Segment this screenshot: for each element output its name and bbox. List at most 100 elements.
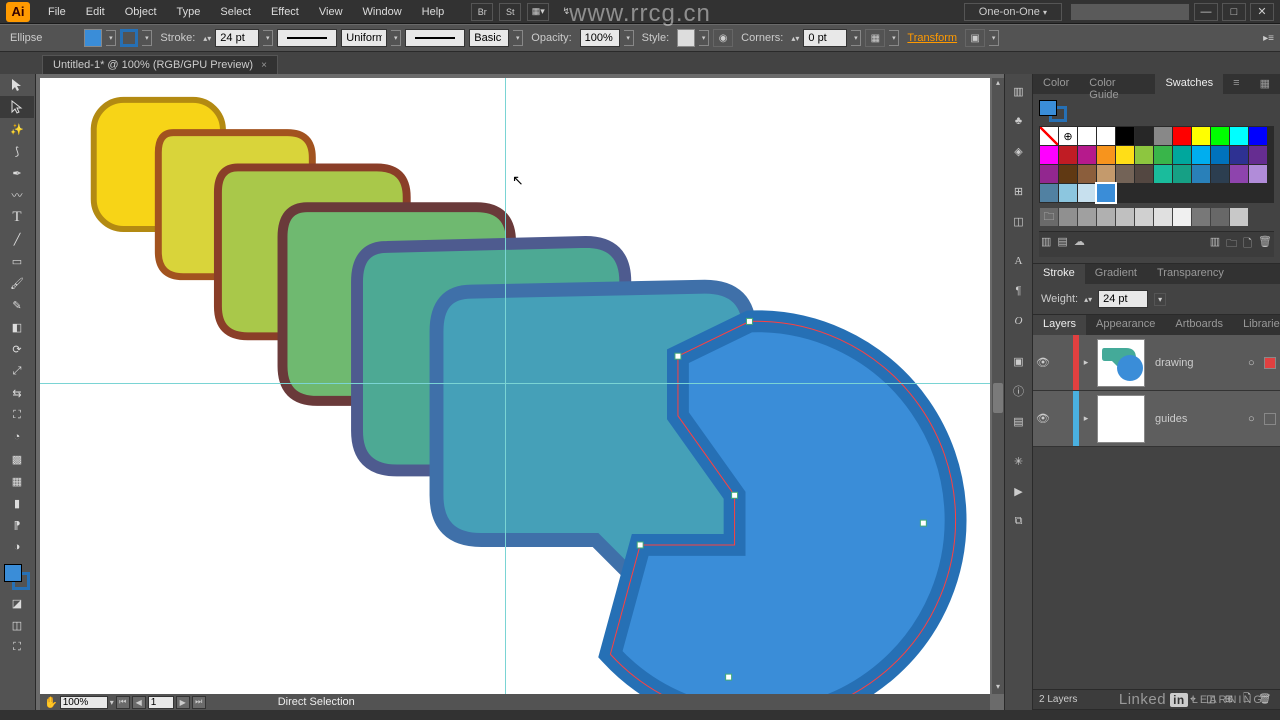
opacity-input[interactable]	[580, 29, 620, 47]
tab-swatches[interactable]: Swatches	[1155, 74, 1223, 94]
links-icon[interactable]: ⧉	[1006, 508, 1032, 534]
pathfinder-icon[interactable]: ◫	[1006, 208, 1032, 234]
swatch-cell[interactable]	[1154, 127, 1172, 145]
stroke-profile-name[interactable]	[341, 29, 387, 47]
stroke-weight-dd-icon[interactable]: ▾	[1154, 293, 1166, 306]
pencil-tool[interactable]: ✎	[0, 294, 34, 316]
swatch-cell[interactable]	[1173, 127, 1191, 145]
swatch-cell[interactable]	[1211, 146, 1229, 164]
swatch-cell[interactable]	[1154, 165, 1172, 183]
new-swatch-icon[interactable]: 🗋	[1243, 235, 1252, 254]
grid-view-icon[interactable]: ▦	[1250, 74, 1280, 94]
tab-color-guide[interactable]: Color Guide	[1079, 74, 1155, 94]
layer-name[interactable]: guides	[1149, 413, 1248, 425]
swatch-cell[interactable]	[1059, 146, 1077, 164]
layer-name[interactable]: drawing	[1149, 357, 1248, 369]
tab-layers[interactable]: Layers	[1033, 315, 1086, 335]
new-group-icon[interactable]: ▥	[1210, 235, 1220, 254]
mesh-tool[interactable]: ▦	[0, 470, 34, 492]
bridge-icon[interactable]: Br	[471, 3, 493, 21]
swatch-cell[interactable]	[1097, 208, 1115, 226]
swatch-cell[interactable]	[1135, 127, 1153, 145]
layer-row[interactable]: 👁▸guides○	[1033, 391, 1280, 447]
swatch-cell[interactable]	[1116, 127, 1134, 145]
swatch-cell[interactable]	[1211, 208, 1229, 226]
corners-input[interactable]	[803, 29, 847, 47]
swatch-cell[interactable]	[1059, 165, 1077, 183]
fill-swatch[interactable]	[84, 29, 102, 47]
tab-libraries[interactable]: Libraries	[1233, 315, 1280, 335]
new-folder-icon[interactable]: 🗀	[1226, 235, 1237, 254]
menu-edit[interactable]: Edit	[76, 3, 115, 21]
delete-swatch-icon[interactable]: 🗑	[1258, 235, 1272, 254]
workspace-switcher[interactable]: One-on-One ▾	[964, 3, 1062, 21]
swatch-cell[interactable]	[1154, 208, 1172, 226]
swatch-cell[interactable]	[1173, 146, 1191, 164]
vertical-scrollbar[interactable]: ▴ ▾	[992, 78, 1004, 694]
next-artboard[interactable]: ▶	[176, 696, 190, 709]
swatch-cell[interactable]	[1078, 146, 1096, 164]
libraries-icon[interactable]: ▥	[1006, 78, 1032, 104]
window-minimize[interactable]: —	[1194, 3, 1218, 21]
swatch-none[interactable]	[1040, 127, 1058, 145]
target-icon[interactable]: ○	[1248, 413, 1264, 425]
swatch-cell[interactable]	[1230, 208, 1248, 226]
type-tool[interactable]: T	[0, 206, 34, 228]
brush-preview[interactable]	[405, 29, 465, 47]
swatch-cell[interactable]	[1097, 146, 1115, 164]
tab-gradient[interactable]: Gradient	[1085, 264, 1147, 284]
swatch-cell[interactable]	[1249, 165, 1267, 183]
isolate-icon[interactable]: ▣	[965, 29, 985, 47]
swatch-cell[interactable]	[1249, 127, 1267, 145]
menu-window[interactable]: Window	[353, 3, 412, 21]
arrange-icon[interactable]: ▦▾	[527, 3, 549, 21]
symbols-icon[interactable]: ◈	[1006, 138, 1032, 164]
stroke-weight-input[interactable]	[215, 29, 259, 47]
swatch-libraries-icon[interactable]: ▥	[1041, 235, 1051, 254]
screen-mode[interactable]: ⛶	[0, 636, 34, 658]
menu-object[interactable]: Object	[115, 3, 167, 21]
rotate-tool[interactable]: ⟳	[0, 338, 34, 360]
paintbrush-tool[interactable]: 🖌	[0, 272, 34, 294]
tab-close-icon[interactable]: ×	[261, 60, 267, 71]
swatch-cell[interactable]	[1211, 165, 1229, 183]
actions-icon[interactable]: ▣	[1006, 348, 1032, 374]
swatch-cell[interactable]	[1078, 208, 1096, 226]
align-icon[interactable]: ▦	[865, 29, 885, 47]
info-icon[interactable]: ⓘ	[1006, 378, 1032, 404]
swatch-cell[interactable]	[1135, 165, 1153, 183]
tab-stroke[interactable]: Stroke	[1033, 264, 1085, 284]
swatch-cell[interactable]	[1173, 165, 1191, 183]
eraser-tool[interactable]: ◧	[0, 316, 34, 338]
curvature-tool[interactable]: 〰	[0, 184, 34, 206]
swatch-cell[interactable]	[1192, 146, 1210, 164]
menu-file[interactable]: File	[38, 3, 76, 21]
target-icon[interactable]: ○	[1248, 357, 1264, 369]
swatch-cell[interactable]	[1116, 208, 1134, 226]
swatch-cell[interactable]	[1078, 184, 1096, 202]
menu-type[interactable]: Type	[167, 3, 211, 21]
expand-icon[interactable]: ▸	[1079, 413, 1093, 424]
tab-transparency[interactable]: Transparency	[1147, 264, 1234, 284]
swatch-cell[interactable]	[1249, 146, 1267, 164]
style-swatch[interactable]	[677, 29, 695, 47]
blend-tool[interactable]: ◑	[0, 536, 34, 558]
swatch-cell[interactable]	[1173, 208, 1191, 226]
align-panel-icon[interactable]: ⊞	[1006, 178, 1032, 204]
window-maximize[interactable]: □	[1222, 3, 1246, 21]
layer-row[interactable]: 👁▸drawing○	[1033, 335, 1280, 391]
swatch-registration[interactable]: ⊕	[1059, 127, 1077, 145]
tab-appearance[interactable]: Appearance	[1086, 315, 1165, 335]
last-artboard[interactable]: ⏭	[192, 696, 206, 709]
swatch-cell[interactable]	[1230, 165, 1248, 183]
expand-icon[interactable]: ▸	[1079, 357, 1093, 368]
asset-icon[interactable]: ▤	[1006, 408, 1032, 434]
list-view-icon[interactable]: ≡	[1223, 74, 1249, 94]
eyedropper-tool[interactable]: ⁋	[0, 514, 34, 536]
swatch-cell[interactable]	[1154, 146, 1172, 164]
opentype-icon[interactable]: O	[1006, 308, 1032, 334]
magic-icon[interactable]: ✳	[1006, 448, 1032, 474]
color-mode[interactable]: ◪	[0, 592, 34, 614]
first-artboard[interactable]: ⏮	[116, 696, 130, 709]
swatch-cell[interactable]	[1135, 208, 1153, 226]
